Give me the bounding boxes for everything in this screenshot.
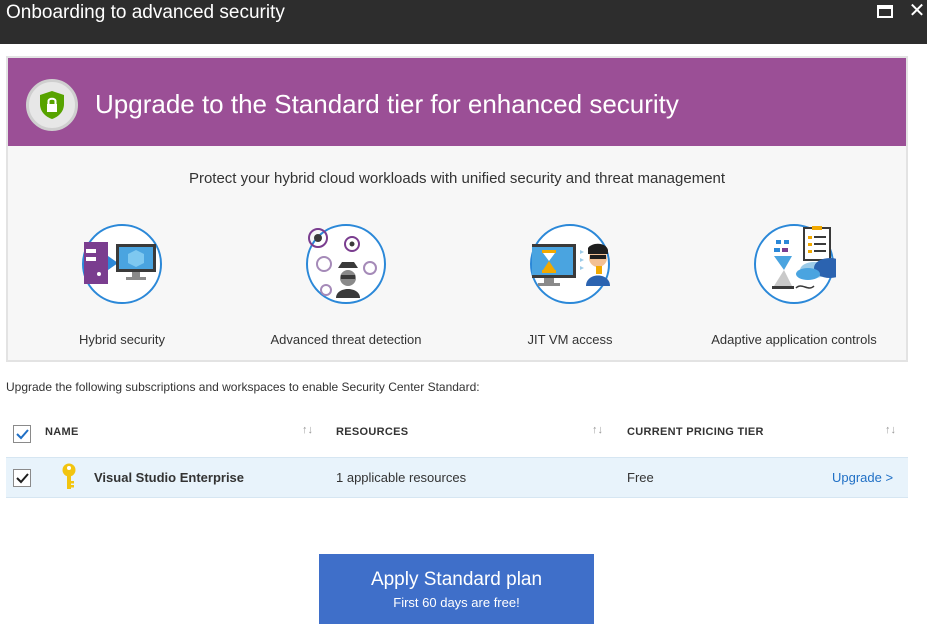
sort-tier-icon[interactable]: ↑↓ (885, 424, 896, 436)
sort-resources-icon[interactable]: ↑↓ (592, 424, 603, 436)
row-checkbox[interactable] (13, 469, 31, 487)
feature-label: Hybrid security (79, 332, 165, 347)
threat-detection-icon (306, 224, 386, 304)
adaptive-application-controls-icon (754, 224, 836, 304)
key-icon (61, 463, 77, 491)
subscription-name: Visual Studio Enterprise (94, 470, 245, 485)
feature-label: Adaptive application controls (711, 332, 877, 347)
feature-label: JIT VM access (527, 332, 613, 347)
jit-vm-access-icon (530, 224, 610, 304)
resources-count: 1 applicable resources (336, 470, 467, 485)
column-header-resources[interactable]: RESOURCES (336, 426, 408, 438)
feature-advanced-threat-detection: Advanced threat detection (234, 218, 454, 358)
window-title: Onboarding to advanced security (6, 2, 285, 23)
feature-hybrid-security: Hybrid security (10, 218, 230, 358)
sort-name-icon[interactable]: ↑↓ (302, 424, 313, 436)
close-icon[interactable]: ✕ (908, 1, 926, 21)
apply-button-sublabel: First 60 days are free! (393, 595, 520, 610)
select-all-checkbox[interactable] (13, 425, 31, 443)
upgrade-banner: Upgrade to the Standard tier for enhance… (8, 58, 906, 146)
apply-standard-plan-button[interactable]: Apply Standard plan First 60 days are fr… (319, 554, 594, 624)
apply-button-label: Apply Standard plan (370, 569, 543, 590)
upgrade-link[interactable]: Upgrade > (832, 470, 893, 485)
maximize-icon[interactable] (877, 5, 893, 18)
pricing-tier: Free (627, 470, 654, 485)
shield-icon (26, 79, 78, 131)
subheading: Protect your hybrid cloud workloads with… (188, 170, 726, 187)
table-header: NAME ↑↓ RESOURCES ↑↓ CURRENT PRICING TIE… (6, 414, 908, 454)
hybrid-security-icon (82, 224, 162, 304)
column-header-name[interactable]: NAME (45, 426, 79, 438)
title-bar: Onboarding to advanced security ✕ (0, 0, 927, 44)
column-header-current-pricing-tier[interactable]: CURRENT PRICING TIER (627, 426, 764, 438)
banner-heading: Upgrade to the Standard tier for enhance… (95, 89, 679, 119)
table-row[interactable]: Visual Studio Enterprise 1 applicable re… (6, 457, 908, 498)
feature-label: Advanced threat detection (270, 332, 422, 347)
feature-jit-vm-access: JIT VM access (458, 218, 678, 358)
upgrade-panel: Upgrade to the Standard tier for enhance… (6, 56, 908, 362)
feature-adaptive-application-controls: Adaptive application controls (682, 218, 902, 358)
instructions-text: Upgrade the following subscriptions and … (6, 380, 480, 394)
